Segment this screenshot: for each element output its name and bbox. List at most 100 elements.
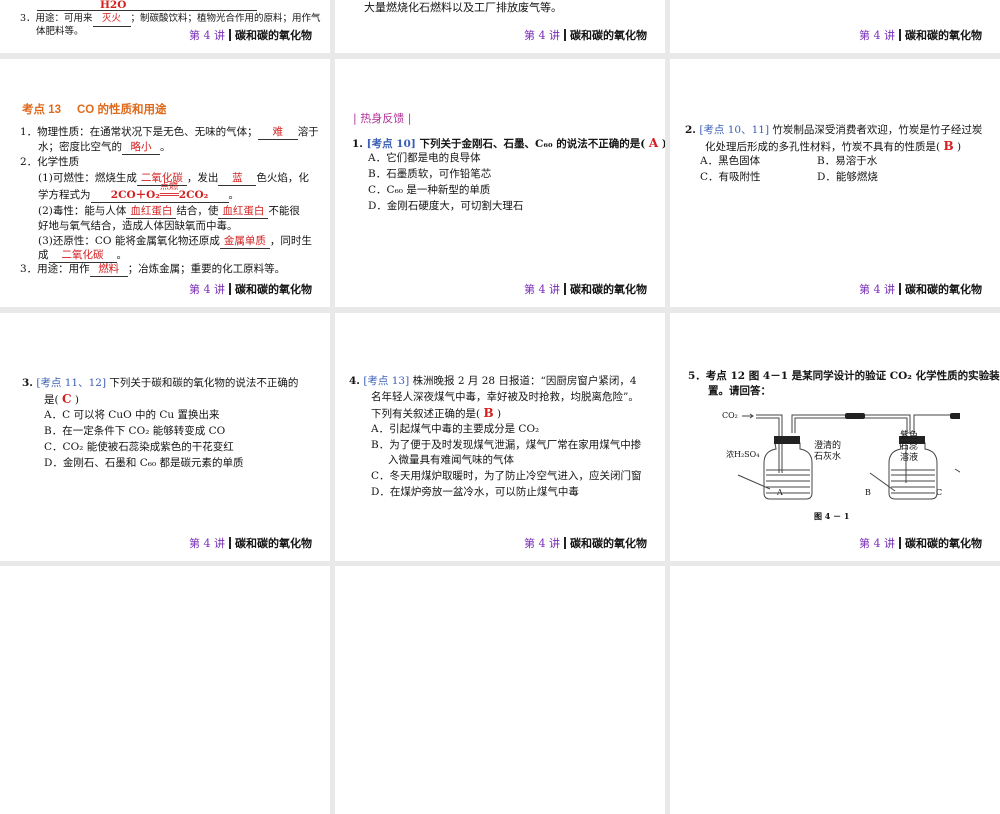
question-stem-cont: 置。请回答： [708,385,771,397]
answer-blank: 燃料 [89,262,128,277]
question-number: 1. [352,138,363,150]
question-stem: 4. [考点 13] 株洲晚报 2 月 28 日报道：“因厨房窗户紧闭，4 [349,374,637,388]
text: ，同时生 [269,235,312,247]
answer-blank: 蓝 [218,171,257,186]
text: 下列关于碳和碳的氧化物的说法不正确的 [109,377,299,389]
option-d: D．金刚石硬度大，可切割大理石 [368,200,524,212]
section-label: | 热身反馈 | [353,112,412,125]
slide-thumbnail-11[interactable] [335,566,665,814]
slide-thumbnail-5[interactable]: | 热身反馈 | 1. [考点 10] 下列关于金刚石、石墨、C₆₀ 的说法不正… [335,59,665,307]
text: 株洲晚报 2 月 28 日报道：“因厨房窗户紧闭，4 [412,375,637,387]
question-stem: 3. [考点 11、12] 下列关于碳和碳的氧化物的说法不正确的 [22,376,298,390]
lecture-title: 碳和碳的氧化物 [235,283,312,296]
text: 色火焰，化 [256,172,309,184]
lecture-title: 碳和碳的氧化物 [905,283,982,296]
text: ) [496,408,502,420]
lecture-title: 碳和碳的氧化物 [905,537,982,550]
text: ) [662,138,665,150]
lecture-number: 第 4 讲 [859,283,895,296]
option-c: C．冬天用煤炉取暖时，为了防止冷空气进入，应关闭门窗 [371,470,642,482]
text: 化处理后形成的多孔性材料，竹炭不具有的性质是( [705,141,941,153]
lecture-title: 碳和碳的氧化物 [570,537,647,550]
topic-tag: [考点 13] [363,375,410,387]
slide-thumbnail-8[interactable]: 4. [考点 13] 株洲晚报 2 月 28 日报道：“因厨房窗户紧闭，4 名年… [335,313,665,561]
lecture-title: 碳和碳的氧化物 [235,537,312,550]
question-stem: 5．考点 12 图 4－1 是某同学设计的验证 CO₂ 化学性质的实验装 [688,370,1000,382]
question-stem-cont: 下列有关叙述正确的是( B ) [371,406,501,421]
question-number: 4. [349,375,360,387]
text-line: 1．物理性质：在通常状况下是无色、无味的气体；难溶于 [20,125,319,140]
slide-footer: 第 4 讲碳和碳的氧化物 [524,281,647,297]
text: 溶液 [900,453,919,463]
slide-thumbnail-10[interactable] [0,566,330,814]
text: 结合，使 [176,205,219,217]
stopper-a [774,436,800,444]
topic-tag: [考点 10、11] [699,124,770,136]
answer: C [61,392,72,406]
bottle-label-a: A [777,488,783,497]
text: (1)可燃性：燃烧生成 [38,172,137,184]
text: 是( [44,394,59,406]
answer-blank: 血红蛋白 [218,204,269,219]
topic-tag: [考点 11、12] [36,377,107,389]
text: 竹炭制品深受消费者欢迎，竹炭是竹子经过炭 [772,124,983,136]
lecture-number: 第 4 讲 [189,283,225,296]
option-a: A．它们都是电的良导体 [368,152,481,164]
lecture-number: 第 4 讲 [859,537,895,550]
section-heading: 考点 13 CO 的性质和用途 [22,103,166,117]
divider [564,29,566,41]
question-stem: 2. [考点 10、11] 竹炭制品深受消费者欢迎，竹炭是竹子经过炭 [685,123,982,137]
answer-blank: 金属单质 [219,234,270,249]
lecture-number: 第 4 讲 [189,29,225,42]
text: 紫色 [900,431,919,441]
lecture-number: 第 4 讲 [189,537,225,550]
arrow-icon [742,413,754,419]
gas-label: CO₂ [722,411,738,420]
question-stem-cont: 名年轻人深夜煤气中毒，幸好被及时抢救，均脱离危险”。 [371,391,639,403]
text: 澄清的 [814,441,842,451]
option-d: D．能够燃烧 [817,171,878,183]
divider [899,283,901,295]
slide-thumbnail-3[interactable]: 第 4 讲碳和碳的氧化物 [670,0,1000,53]
answer-blank: 略小 [122,140,160,155]
slide-thumbnail-4[interactable]: 考点 13 CO 的性质和用途 1．物理性质：在通常状况下是无色、无味的气体；难溶… [0,59,330,307]
slide-thumbnail-2[interactable]: 大量燃烧化石燃料以及工厂排放废气等。 第 4 讲碳和碳的氧化物 [335,0,665,53]
rubber-connector [950,413,960,419]
text: 石灰水 [814,452,842,462]
text-line: (2)毒性：能与人体 血红蛋白 结合，使 血红蛋白 不能很 [38,204,300,219]
slide-thumbnail-12[interactable] [670,566,1000,814]
option-b: B．易溶于水 [817,155,878,167]
slide-footer: 第 4 讲碳和碳的氧化物 [524,535,647,551]
text: 学方程式为 [38,189,91,201]
option-c: C．C₆₀ 是一种新型的单质 [368,184,491,196]
slide-thumbnail-7[interactable]: 3. [考点 11、12] 下列关于碳和碳的氧化物的说法不正确的 是( C ) … [0,313,330,561]
answer-blank: 难 [257,125,298,140]
option-b: B．为了便于及时发现煤气泄漏，煤气厂常在家用煤气中掺 [371,439,642,451]
answer: B [483,406,494,420]
answer-blank: 灭火 [92,12,131,27]
question-stem-cont: 是( C ) [44,392,79,407]
text-line: 体肥料等。 [36,26,84,37]
lecture-number: 第 4 讲 [859,29,895,42]
divider [229,283,231,295]
slide-thumbnail-9[interactable]: 5．考点 12 图 4－1 是某同学设计的验证 CO₂ 化学性质的实验装 置。请… [670,313,1000,561]
text: ) [956,141,962,153]
text: ；冶炼金属；重要的化工原料等。 [127,263,286,275]
option-a: A．引起煤气中毒的主要成分是 CO₂ [371,423,540,435]
divider [564,283,566,295]
lecture-number: 第 4 讲 [524,283,560,296]
slide-footer: 第 4 讲碳和碳的氧化物 [189,27,312,43]
formula-label: H2O [100,0,127,11]
answer-blank: 血红蛋白 [126,204,177,219]
lecture-number: 第 4 讲 [524,537,560,550]
slide-footer: 第 4 讲碳和碳的氧化物 [189,535,312,551]
answer-blank: 二氧化碳 [48,248,117,263]
slide-thumbnail-6[interactable]: 2. [考点 10、11] 竹炭制品深受消费者欢迎，竹炭是竹子经过炭 化处理后形… [670,59,1000,307]
text: (3)还原性：CO 能将金属氧化物还原成 [38,235,220,247]
text: 下列有关叙述正确的是( [371,408,481,420]
slide-thumbnail-1[interactable]: H2O 3．用途：可用来 灭火 ；制碳酸饮料；植物光合作用的原料；用作气 体肥料等。… [0,0,330,53]
figure-caption: 图 4 － 1 [814,511,850,521]
text-line: 大量燃烧化石燃料以及工厂排放废气等。 [364,1,562,14]
text: (2)毒性：能与人体 [38,205,127,217]
heading-number: 考点 13 [22,104,61,116]
